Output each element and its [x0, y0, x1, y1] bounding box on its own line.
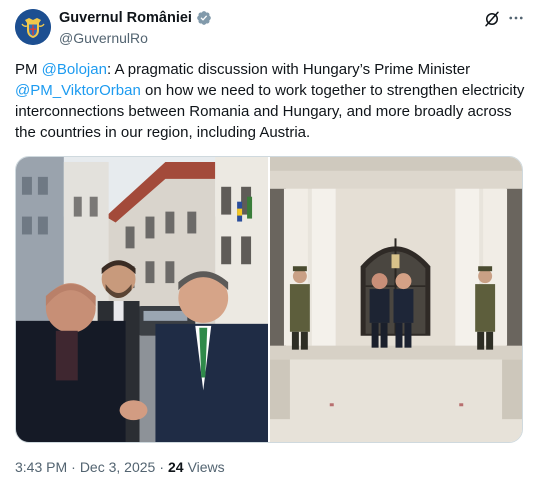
tweet-date[interactable]: Dec 3, 2025	[80, 459, 156, 475]
author-display-name[interactable]: Guvernul României	[59, 10, 192, 26]
romanian-coat-of-arms-icon	[15, 9, 51, 45]
views-count: 24	[167, 459, 184, 475]
mention-pm-viktororban[interactable]: @PM_ViktorOrban	[15, 82, 141, 99]
meta-separator: ·	[159, 459, 164, 475]
tweet-prefix: PM	[15, 61, 42, 78]
meta-separator: ·	[71, 459, 76, 475]
tweet-meta: 3:43 PM · Dec 3, 2025 · 24 Views	[15, 459, 225, 475]
photo-palace-entrance[interactable]	[270, 157, 522, 442]
mention-bolojan[interactable]: @Bolojan	[42, 61, 107, 78]
tweet-text: PM @Bolojan: A pragmatic discussion with…	[15, 59, 525, 143]
avatar[interactable]	[15, 9, 51, 45]
tweet-text-part1: : A pragmatic discussion with Hungary’s …	[106, 61, 471, 78]
author-handle[interactable]: @GuvernulRo	[59, 30, 148, 46]
views-label: Views	[187, 459, 225, 475]
tweet-media	[15, 156, 523, 443]
grok-icon[interactable]	[483, 10, 501, 28]
photo-handshake[interactable]	[16, 157, 268, 442]
tweet-time[interactable]: 3:43 PM	[15, 459, 67, 475]
verified-badge-icon[interactable]	[196, 10, 212, 26]
more-icon[interactable]	[507, 9, 525, 27]
author-name-row: Guvernul României	[59, 10, 212, 26]
